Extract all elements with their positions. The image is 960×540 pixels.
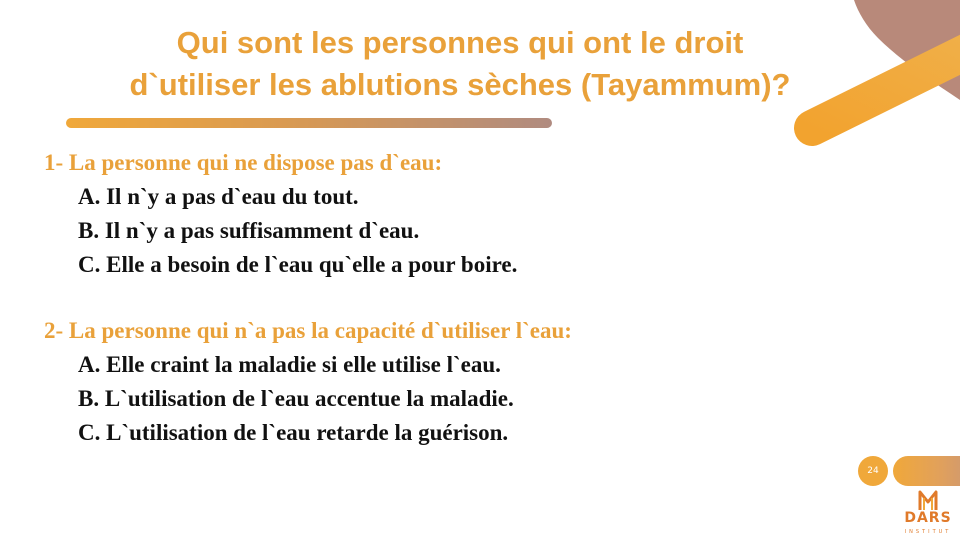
title-line-1: Qui sont les personnes qui ont le droit [176,25,744,60]
section-1-item-c: C. Elle a besoin de l`eau qu`elle a pour… [78,252,518,277]
slide-title: Qui sont les personnes qui ont le droit … [40,22,880,106]
title-line-2: d`utiliser les ablutions sèches (Tayammu… [129,67,791,102]
slide: Qui sont les personnes qui ont le droit … [0,0,960,540]
slide-content: 1- La personne qui ne dispose pas d`eau:… [44,146,924,450]
logo-mark-icon [918,490,938,510]
section-2-item-c: C. L`utilisation de l`eau retarde la gué… [78,420,509,445]
logo-name: DARS [904,510,952,526]
page-number: 24 [858,456,888,486]
title-underline [66,118,552,128]
bottom-accent-pill [893,456,960,486]
section-1-item-b: B. Il n`y a pas suffisamment d`eau. [78,218,420,243]
section-2-heading: 2- La personne qui n`a pas la capacité d… [44,318,572,343]
logo-subtitle: INSTITUT [904,529,952,535]
section-2-item-a: A. Elle craint la maladie si elle utilis… [78,352,501,377]
section-1-heading: 1- La personne qui ne dispose pas d`eau: [44,150,443,175]
section-1-item-a: A. Il n`y a pas d`eau du tout. [78,184,359,209]
section-2-item-b: B. L`utilisation de l`eau accentue la ma… [78,386,514,411]
dars-logo: DARS INSTITUT [898,488,958,540]
